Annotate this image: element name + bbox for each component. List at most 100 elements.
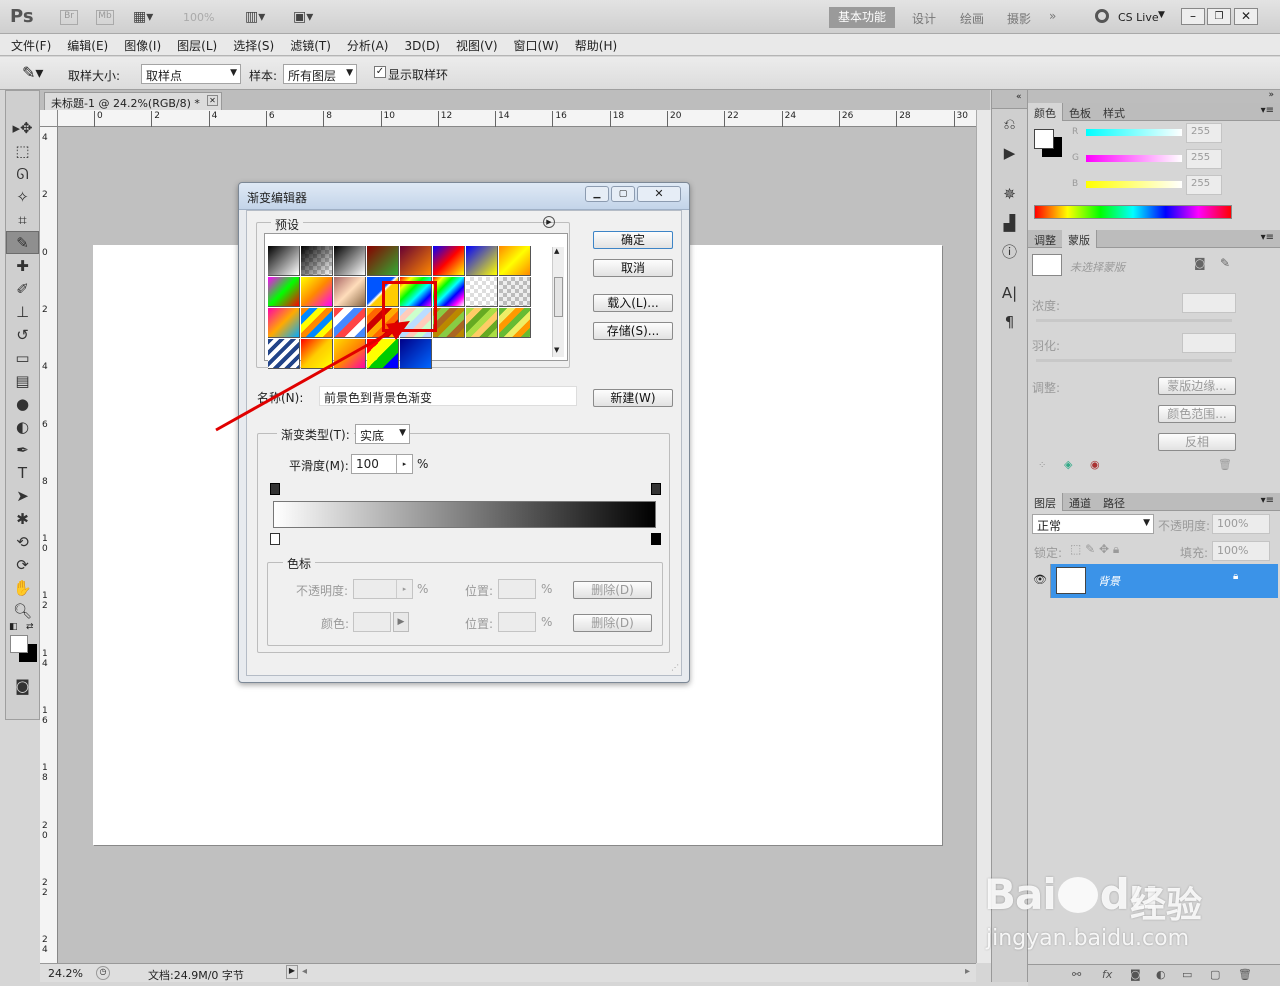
smoothness-stepper-icon[interactable]: ▸ (396, 455, 412, 473)
clone-stamp-tool-icon[interactable]: ⊥ (6, 300, 39, 323)
stop-color-swatch[interactable] (353, 612, 391, 632)
document-tab[interactable]: 未标题-1 @ 24.2%(RGB/8) * ✕ (44, 92, 222, 110)
menu-view[interactable]: 视图(V) (445, 34, 503, 54)
color-range-button[interactable]: 颜色范围... (1158, 405, 1236, 423)
load-selection-icon[interactable]: ⁘ (1038, 460, 1046, 471)
blur-tool-icon[interactable]: ● (6, 392, 39, 415)
g-value-field[interactable]: 255 (1186, 149, 1222, 169)
sample-size-select[interactable]: 取样点 ▼ (141, 64, 241, 84)
show-sampling-ring-checkbox[interactable]: ✓ (374, 66, 386, 78)
path-selection-tool-icon[interactable]: ➤ (6, 484, 39, 507)
feather-field[interactable] (1182, 333, 1236, 353)
dialog-maximize-button[interactable]: ▢ (611, 186, 635, 202)
minimize-button[interactable]: – (1181, 8, 1205, 25)
new-group-icon[interactable]: ▭ (1182, 968, 1192, 981)
link-layers-icon[interactable]: ⚯ (1072, 968, 1081, 981)
crop-tool-icon[interactable]: ⌗ (6, 208, 39, 231)
layer-name[interactable]: 背景 (1098, 573, 1120, 589)
history-panel-icon[interactable]: ⎌ (992, 109, 1027, 138)
dialog-close-button[interactable]: ✕ (637, 186, 681, 202)
eyedropper-tool-icon[interactable]: ✎ (6, 231, 39, 254)
layers-panel-menu-icon[interactable]: ▾≡ (1261, 495, 1274, 506)
preset-swatch[interactable] (433, 246, 465, 276)
scroll-down-icon[interactable]: ▼ (554, 346, 559, 354)
new-layer-icon[interactable]: ▢ (1210, 968, 1220, 981)
horizontal-ruler[interactable]: 0 2 4 6 8 10 12 14 16 18 20 22 24 26 28 30 (58, 110, 976, 127)
restore-button[interactable]: ❐ (1207, 8, 1231, 25)
scroll-thumb[interactable] (554, 277, 563, 317)
fg-color-chip[interactable] (1034, 129, 1054, 149)
opacity-position-field[interactable] (498, 579, 536, 599)
preset-swatch[interactable] (466, 246, 498, 276)
new-gradient-button[interactable]: 新建(W) (593, 389, 673, 407)
apply-mask-icon[interactable]: ◈ (1064, 458, 1072, 471)
dialog-minimize-button[interactable]: ▁ (585, 186, 609, 202)
default-colors-icon[interactable]: ◧ (9, 622, 18, 632)
tab-adjustments[interactable]: 调整 (1028, 230, 1062, 248)
preset-swatch[interactable] (301, 277, 333, 307)
swap-colors-icon[interactable]: ⇄ (26, 622, 34, 632)
smoothness-field[interactable]: 100 ▸ (351, 454, 413, 474)
preset-swatch[interactable] (400, 246, 432, 276)
layer-row-background[interactable]: 👁︎ 背景 🔒︎ (1030, 564, 1278, 598)
preset-swatch[interactable] (301, 246, 333, 276)
load-button[interactable]: 载入(L)... (593, 294, 673, 312)
character-panel-icon[interactable]: A| (992, 278, 1027, 307)
layer-opacity-field[interactable]: 100% (1212, 514, 1270, 534)
vertical-ruler[interactable]: 4 2 0 2 4 6 8 10 12 14 16 18 20 22 24 (40, 127, 58, 963)
shape-tool-icon[interactable]: ✱ (6, 507, 39, 530)
add-mask-icon[interactable]: ◙ (1130, 968, 1141, 981)
workspace-photography[interactable]: 摄影 (1007, 10, 1031, 27)
tab-paths[interactable]: 路径 (1097, 493, 1131, 511)
preset-swatch[interactable] (499, 308, 531, 338)
delete-color-stop-button[interactable]: 删除(D) (573, 614, 652, 632)
menu-window[interactable]: 窗口(W) (503, 34, 564, 54)
preset-swatch[interactable] (268, 277, 300, 307)
color-panel-menu-icon[interactable]: ▾≡ (1261, 105, 1274, 116)
preset-swatch[interactable] (268, 246, 300, 276)
preset-swatch[interactable] (433, 277, 465, 307)
vector-mask-icon[interactable]: ✎ (1220, 256, 1230, 270)
scroll-right-icon[interactable]: ▸ (965, 966, 970, 977)
delete-mask-icon[interactable]: 🗑︎ (1218, 458, 1232, 471)
sample-layers-select[interactable]: 所有图层 ▼ (283, 64, 357, 84)
delete-layer-icon[interactable]: 🗑︎ (1238, 968, 1252, 981)
tab-swatches[interactable]: 色板 (1063, 103, 1097, 121)
menu-3d[interactable]: 3D(D) (393, 36, 444, 53)
menu-file[interactable]: 文件(F) (0, 34, 56, 54)
preset-swatch[interactable] (433, 308, 465, 338)
menu-analysis[interactable]: 分析(A) (336, 34, 394, 54)
eraser-tool-icon[interactable]: ▭ (6, 346, 39, 369)
ok-button[interactable]: 确定 (593, 231, 673, 249)
zoom-readout[interactable]: 24.2% (48, 967, 83, 980)
presets-scrollbar[interactable]: ▲ ▼ (552, 247, 564, 357)
3d-orbit-tool-icon[interactable]: ⟳ (6, 553, 39, 576)
menu-edit[interactable]: 编辑(E) (56, 34, 113, 54)
quick-selection-tool-icon[interactable]: ✧ (6, 185, 39, 208)
disable-mask-icon[interactable]: ◉ (1090, 458, 1100, 471)
scroll-left-icon[interactable]: ◂ (302, 966, 307, 977)
feather-slider[interactable] (1036, 359, 1232, 362)
mini-bridge-button[interactable]: Mb (96, 10, 114, 25)
bridge-button[interactable]: Br (60, 10, 78, 25)
status-icon[interactable]: ◷ (96, 966, 110, 980)
preset-swatch[interactable] (367, 246, 399, 276)
gradient-tool-icon[interactable]: ▤ (6, 369, 39, 392)
opacity-stop-left[interactable] (270, 483, 280, 495)
density-slider[interactable] (1036, 319, 1232, 322)
vertical-scrollbar[interactable] (976, 110, 991, 963)
fill-field[interactable]: 100% (1212, 541, 1270, 561)
actions-panel-icon[interactable]: ▶ (992, 138, 1027, 167)
zoom-level-dropdown[interactable]: 100% (183, 11, 214, 24)
dodge-tool-icon[interactable]: ◐ (6, 415, 39, 438)
screen-mode-icon[interactable]: ▣▾ (293, 9, 313, 25)
menu-image[interactable]: 图像(I) (113, 34, 166, 54)
cs-live-icon[interactable] (1095, 9, 1109, 23)
cancel-button[interactable]: 取消 (593, 259, 673, 277)
lasso-tool-icon[interactable]: ᘏ (6, 162, 39, 185)
foreground-color-swatch[interactable] (10, 635, 28, 653)
resize-grip-icon[interactable]: ⋰ (671, 663, 679, 672)
opacity-stop-right[interactable] (651, 483, 661, 495)
menu-filter[interactable]: 滤镜(T) (279, 34, 336, 54)
workspace-painting[interactable]: 绘画 (960, 10, 984, 27)
